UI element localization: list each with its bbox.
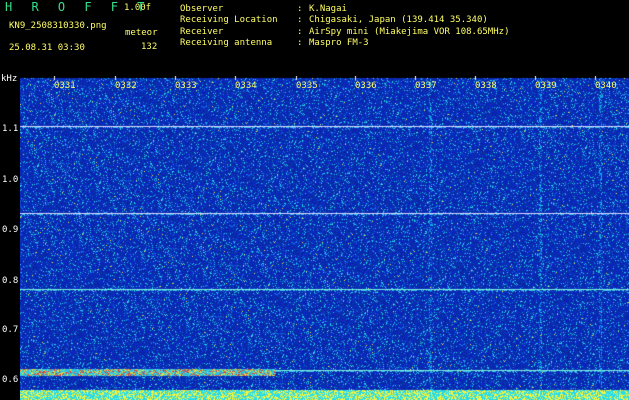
x-tick-label: 0337: [415, 81, 437, 91]
x-tick-label: 0335: [296, 81, 318, 91]
meta-observer-sep: :: [297, 4, 303, 14]
x-tick-label: 0336: [355, 81, 377, 91]
x-tick-label: 0332: [115, 81, 137, 91]
meta-antenna-value: Maspro FM-3: [309, 38, 369, 48]
meta-antenna-sep: :: [297, 38, 303, 48]
y-tick-label: 1.1: [2, 124, 19, 134]
mode-label: meteor: [125, 28, 158, 38]
file-name: KN9_2508310330.png: [9, 21, 107, 31]
y-axis-unit-label: kHz: [1, 74, 18, 84]
x-tick-label: 0334: [235, 81, 257, 91]
y-tick-label: 0.8: [2, 276, 19, 286]
meta-observer-label: Observer: [180, 4, 224, 14]
meta-receiver-value: AirSpy mini (Miakejima VOR 108.65MHz): [309, 27, 510, 37]
meta-location-sep: :: [297, 15, 303, 25]
x-tick-label: 0340: [595, 81, 617, 91]
y-tick-label: 1.0: [2, 175, 19, 185]
meta-observer-value: K.Nagai: [309, 4, 347, 14]
meta-location-value: Chigasaki, Japan (139.414 35.340): [309, 15, 488, 25]
count-value: 132: [141, 42, 158, 52]
app-version: 1.00f: [124, 3, 152, 13]
hrofft-window: H R O F F T 1.00f KN9_2508310330.png 25.…: [0, 0, 629, 400]
meta-receiver-label: Receiver: [180, 27, 224, 37]
y-tick-label: 0.7: [2, 325, 19, 335]
x-tick-label: 0331: [54, 81, 76, 91]
x-tick-label: 0339: [535, 81, 557, 91]
meta-receiver-sep: :: [297, 27, 303, 37]
meta-location-label: Receiving Location: [180, 15, 278, 25]
spectrogram-canvas: [20, 76, 629, 400]
timestamp: 25.08.31 03:30: [9, 43, 85, 53]
y-tick-label: 0.6: [2, 375, 19, 385]
x-tick-label: 0338: [475, 81, 497, 91]
y-tick-label: 0.9: [2, 225, 19, 235]
x-tick-label: 0333: [175, 81, 197, 91]
meta-antenna-label: Receiving antenna: [180, 38, 273, 48]
